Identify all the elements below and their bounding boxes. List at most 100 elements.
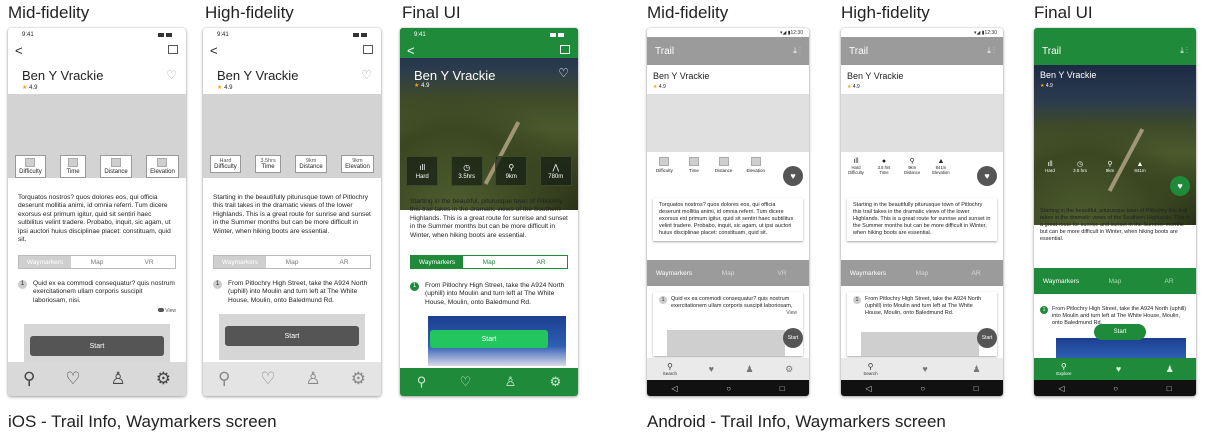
elevation-icon xyxy=(157,158,168,167)
profile-icon[interactable]: ♟ xyxy=(745,364,753,375)
nav-search[interactable]: ⚲ Search xyxy=(863,362,877,376)
tab-ar[interactable]: AR xyxy=(318,256,370,268)
favourite-fab[interactable]: ♥ xyxy=(977,166,997,186)
download-icon[interactable]: ⤓ xyxy=(793,46,797,55)
tab-ar[interactable]: AR xyxy=(949,270,1003,277)
tab-ar[interactable]: AR xyxy=(1142,278,1196,285)
back-icon[interactable]: < xyxy=(15,43,23,58)
step-view-link[interactable]: View xyxy=(659,310,797,317)
more-icon[interactable]: ⋮ xyxy=(1186,46,1188,55)
step-number: 1 xyxy=(18,280,27,289)
tab-waymarkers[interactable]: Waymarkers xyxy=(647,270,701,277)
profile-icon[interactable]: ♟ xyxy=(1166,364,1174,375)
heart-icon[interactable]: ♡ xyxy=(558,66,569,80)
footprint-icon: ⚲ xyxy=(1107,161,1113,168)
clock-icon: ◷ xyxy=(1076,161,1084,168)
mountain-icon: ▲ xyxy=(1136,160,1144,168)
favourites-icon[interactable]: ♡ xyxy=(460,374,472,390)
home-circle-icon[interactable]: ○ xyxy=(726,384,731,393)
profile-icon[interactable]: ♙ xyxy=(306,369,321,389)
download-icon[interactable] xyxy=(363,45,373,54)
back-triangle-icon[interactable]: ◁ xyxy=(1058,384,1064,393)
search-icon[interactable]: ⚲ xyxy=(417,374,427,390)
back-icon[interactable]: < xyxy=(407,43,415,58)
start-button[interactable]: Start xyxy=(30,336,164,356)
trail-rating: ★ 4.9 xyxy=(414,83,430,89)
tab-waymarkers[interactable]: Waymarkers xyxy=(214,256,266,268)
stat-distance: Distance xyxy=(712,155,736,175)
status-bar: ▾◢ ▮ 12:30 xyxy=(973,29,997,36)
settings-icon[interactable]: ⚙ xyxy=(351,369,366,389)
start-button[interactable]: Start xyxy=(225,326,359,346)
settings-icon[interactable]: ⚙ xyxy=(785,364,793,375)
recents-square-icon[interactable]: □ xyxy=(1167,384,1172,393)
heart-icon[interactable]: ♥ xyxy=(709,364,714,374)
favourites-icon[interactable]: ♡ xyxy=(260,369,275,389)
settings-icon[interactable]: ⚙ xyxy=(156,369,171,389)
tab-vr[interactable]: VR xyxy=(755,270,809,277)
tab-waymarkers[interactable]: Waymarkers xyxy=(1034,278,1088,285)
favourite-fab[interactable]: ♥ xyxy=(1170,176,1190,196)
heart-icon[interactable]: ♡ xyxy=(166,68,177,82)
bottom-nav: ⚲ ♡ ♙ ⚙ xyxy=(8,362,186,396)
tab-map[interactable]: Map xyxy=(895,270,949,277)
heart-icon[interactable]: ♥ xyxy=(1116,364,1121,374)
hero-placeholder xyxy=(647,94,809,152)
trail-description: Starting in the beautifully piturusque t… xyxy=(213,194,371,235)
nav-search[interactable]: ⚲ Search xyxy=(663,362,677,376)
favourites-icon[interactable]: ♡ xyxy=(65,369,80,389)
nav-explore[interactable]: ⚲ Explore xyxy=(1056,362,1071,376)
tab-waymarkers[interactable]: Waymarkers xyxy=(841,270,895,277)
hero-photo xyxy=(1034,65,1196,225)
tab-vr[interactable]: VR xyxy=(123,256,175,268)
recents-square-icon[interactable]: □ xyxy=(974,384,979,393)
home-circle-icon[interactable]: ○ xyxy=(1113,384,1118,393)
trail-description: Starting in the beautiful, piturusque to… xyxy=(410,198,568,239)
step-text: From Pitlochry High Street, take the A92… xyxy=(865,296,982,316)
trail-title: Ben Y Vrackie xyxy=(217,68,299,83)
trail-rating: ★ 4.9 xyxy=(217,85,233,91)
search-icon[interactable]: ⚲ xyxy=(23,369,35,389)
tab-waymarkers[interactable]: Waymarkers xyxy=(19,256,71,268)
description-card: Torquatos nostros? quos dolores eos, qui… xyxy=(653,198,803,241)
app-bar-title: Trail xyxy=(849,45,869,57)
download-icon[interactable] xyxy=(168,45,178,54)
back-triangle-icon[interactable]: ◁ xyxy=(865,384,871,393)
tab-ar[interactable]: AR xyxy=(515,256,567,268)
step-view-link[interactable]: View xyxy=(157,308,176,314)
search-icon: ⚲ xyxy=(666,362,673,371)
home-circle-icon[interactable]: ○ xyxy=(920,384,925,393)
back-triangle-icon[interactable]: ◁ xyxy=(671,384,677,393)
status-time: 9:41 xyxy=(217,32,229,38)
back-icon[interactable]: < xyxy=(210,43,218,58)
more-icon[interactable]: ⋮ xyxy=(993,46,995,55)
step-number: 1 xyxy=(213,280,222,289)
tab-map[interactable]: Map xyxy=(701,270,755,277)
profile-icon[interactable]: ♙ xyxy=(505,374,517,390)
tab-map[interactable]: Map xyxy=(463,256,515,268)
trail-description: Torquatos nostros? quos dolores eos, qui… xyxy=(18,194,171,244)
tab-map[interactable]: Map xyxy=(1088,278,1142,285)
download-icon[interactable] xyxy=(560,45,570,54)
profile-icon[interactable]: ♙ xyxy=(111,369,126,389)
start-button[interactable]: Start xyxy=(1094,324,1146,340)
profile-icon[interactable]: ♟ xyxy=(973,364,981,375)
tab-waymarkers[interactable]: Waymarkers xyxy=(411,256,463,268)
download-icon[interactable]: ⤓ xyxy=(987,46,991,55)
recents-square-icon[interactable]: □ xyxy=(780,384,785,393)
start-button[interactable]: Start xyxy=(430,330,548,348)
system-nav: ◁ ○ □ xyxy=(1034,380,1196,396)
start-fab[interactable]: Start xyxy=(783,328,803,348)
start-fab[interactable]: Start xyxy=(977,328,997,348)
ios-final-phone: 9:41 < Ben Y Vrackie ♡ ★ 4.9 ıll Hard ◷ 3.… xyxy=(400,28,578,396)
settings-icon[interactable]: ⚙ xyxy=(550,374,562,390)
heart-icon[interactable]: ♥ xyxy=(922,364,927,374)
heart-icon[interactable]: ♡ xyxy=(361,68,372,82)
stat-distance: ⚲ 9km xyxy=(495,156,528,186)
search-icon[interactable]: ⚲ xyxy=(218,369,230,389)
download-icon[interactable]: ⤓ xyxy=(1180,46,1184,55)
tab-map[interactable]: Map xyxy=(266,256,318,268)
tab-map[interactable]: Map xyxy=(71,256,123,268)
favourite-fab[interactable]: ♥ xyxy=(783,166,803,186)
more-icon[interactable]: ⋮ xyxy=(799,46,801,55)
